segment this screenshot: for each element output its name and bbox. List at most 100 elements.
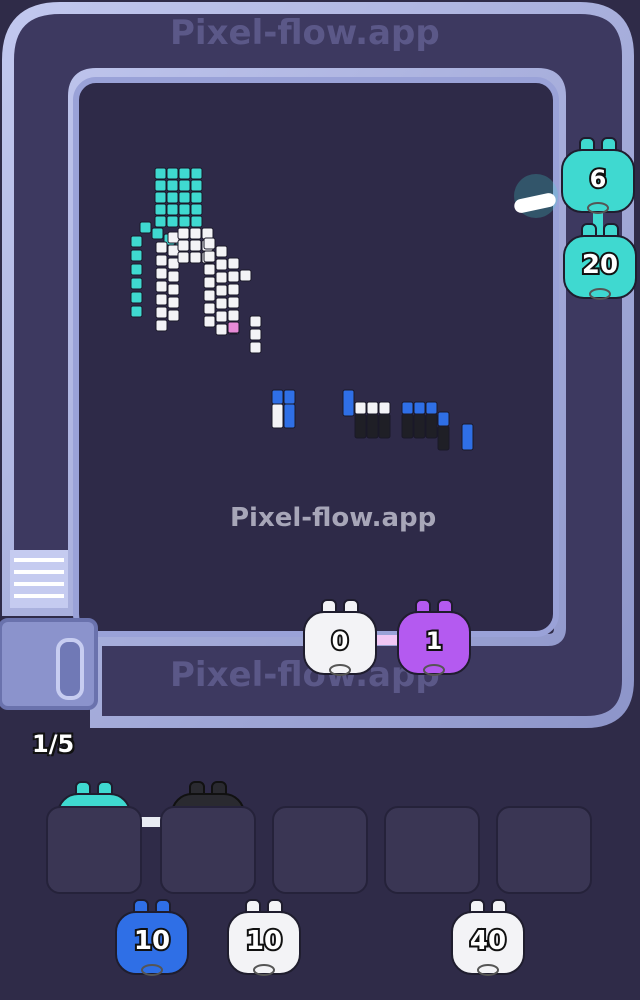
- pig-ammo-count: 20: [582, 250, 618, 280]
- pixel-block: [154, 179, 167, 192]
- pixel-block: [167, 257, 180, 270]
- pixel-block: [227, 270, 240, 283]
- pixel-block: [215, 323, 228, 336]
- pixel-block: [227, 309, 240, 322]
- pixel-block: [227, 296, 240, 309]
- pixel-block: [166, 167, 179, 180]
- pixel-block: [201, 227, 214, 240]
- pixel-block: [166, 215, 179, 228]
- pixel-block: [151, 227, 164, 240]
- pixel-block: [155, 293, 168, 306]
- pixel-block: [155, 254, 168, 267]
- pixel-block: [378, 413, 391, 439]
- pixel-block: [155, 319, 168, 332]
- pixel-block: [203, 289, 216, 302]
- pixel-block: [271, 389, 284, 405]
- pixel-block: [178, 215, 191, 228]
- pixel-block: [155, 267, 168, 280]
- pixel-block: [178, 167, 191, 180]
- pixel-block: [178, 191, 191, 204]
- pixel-block: [249, 315, 262, 328]
- holding-slot-2[interactable]: [160, 806, 256, 894]
- pixel-block: [189, 251, 202, 264]
- pixel-block: [203, 315, 216, 328]
- pixel-block: [227, 257, 240, 270]
- pig-ammo-count: 10: [246, 926, 282, 956]
- pixel-block: [190, 191, 203, 204]
- pixel-block: [154, 215, 167, 228]
- pixel-block: [130, 263, 143, 276]
- pig-ammo-count: 0: [332, 627, 349, 655]
- pixel-block: [167, 244, 180, 257]
- pig-ammo-count: 40: [470, 926, 506, 956]
- pixel-block: [215, 310, 228, 323]
- pixel-block: [154, 203, 167, 216]
- pixel-block: [190, 167, 203, 180]
- pixel-block: [130, 291, 143, 304]
- pixel-block: [177, 251, 190, 264]
- pixel-block: [354, 413, 367, 439]
- pixel-block: [130, 277, 143, 290]
- pixel-block: [190, 203, 203, 216]
- pixel-block: [203, 263, 216, 276]
- pixel-block: [130, 235, 143, 248]
- pixel-block: [178, 179, 191, 192]
- pixel-block: [189, 227, 202, 240]
- pixel-block: [283, 389, 296, 405]
- queue-pig-white-40[interactable]: 40: [451, 899, 525, 976]
- pixel-block: [166, 203, 179, 216]
- pixel-block: [366, 413, 379, 439]
- pixel-block: [154, 191, 167, 204]
- pixel-block: [354, 401, 367, 415]
- pixel-block: [167, 283, 180, 296]
- pixel-block: [167, 309, 180, 322]
- queue-pig-blue-10[interactable]: 10: [115, 899, 189, 976]
- pixel-block: [425, 413, 438, 439]
- bottom-pigs: 10 10 40: [115, 899, 525, 976]
- pixel-block: [155, 280, 168, 293]
- pixel-block: [167, 231, 180, 244]
- pixel-block: [166, 191, 179, 204]
- pixel-block: [215, 258, 228, 271]
- pig-ammo-count: 10: [134, 926, 170, 956]
- pixel-block: [189, 239, 202, 252]
- pixel-block: [215, 284, 228, 297]
- pixel-block: [177, 227, 190, 240]
- pixel-block: [215, 297, 228, 310]
- pixel-block: [178, 203, 191, 216]
- pixel-block: [154, 167, 167, 180]
- pixel-block: [166, 179, 179, 192]
- holding-slot-3[interactable]: [272, 806, 368, 894]
- pixel-block: [437, 425, 450, 451]
- holding-slot-5[interactable]: [496, 806, 592, 894]
- queue-counter: 1/5: [32, 730, 75, 758]
- pixel-block: [130, 305, 143, 318]
- holding-slot-1[interactable]: [46, 806, 142, 894]
- pixel-block: [203, 237, 216, 250]
- pixel-block: [401, 401, 414, 415]
- pixel-block: [203, 276, 216, 289]
- pixel-block: [155, 241, 168, 254]
- pixel-block: [177, 239, 190, 252]
- pixel-block: [366, 401, 379, 415]
- pixel-block: [130, 249, 143, 262]
- pig-ammo-count: 1: [426, 627, 443, 655]
- pixel-block: [215, 271, 228, 284]
- pig-ammo-count: 6: [590, 165, 607, 193]
- holding-slot-4[interactable]: [384, 806, 480, 894]
- pixel-block: [271, 403, 284, 429]
- pixel-block: [227, 283, 240, 296]
- queue-pig-white-10[interactable]: 10: [227, 899, 301, 976]
- pixel-block: [342, 389, 355, 417]
- pixel-block: [461, 423, 474, 451]
- pixel-block: [239, 269, 252, 282]
- pixel-block: [283, 403, 296, 429]
- pixel-block: [378, 401, 391, 415]
- pixel-block: [249, 341, 262, 354]
- pixel-block: [401, 413, 414, 439]
- track-watermark-top: Pixel-flow.app: [170, 13, 440, 53]
- pixel-block: [437, 411, 450, 427]
- pixel-block: [215, 245, 228, 258]
- center-watermark: Pixel-flow.app: [230, 503, 437, 533]
- pixel-block: [167, 270, 180, 283]
